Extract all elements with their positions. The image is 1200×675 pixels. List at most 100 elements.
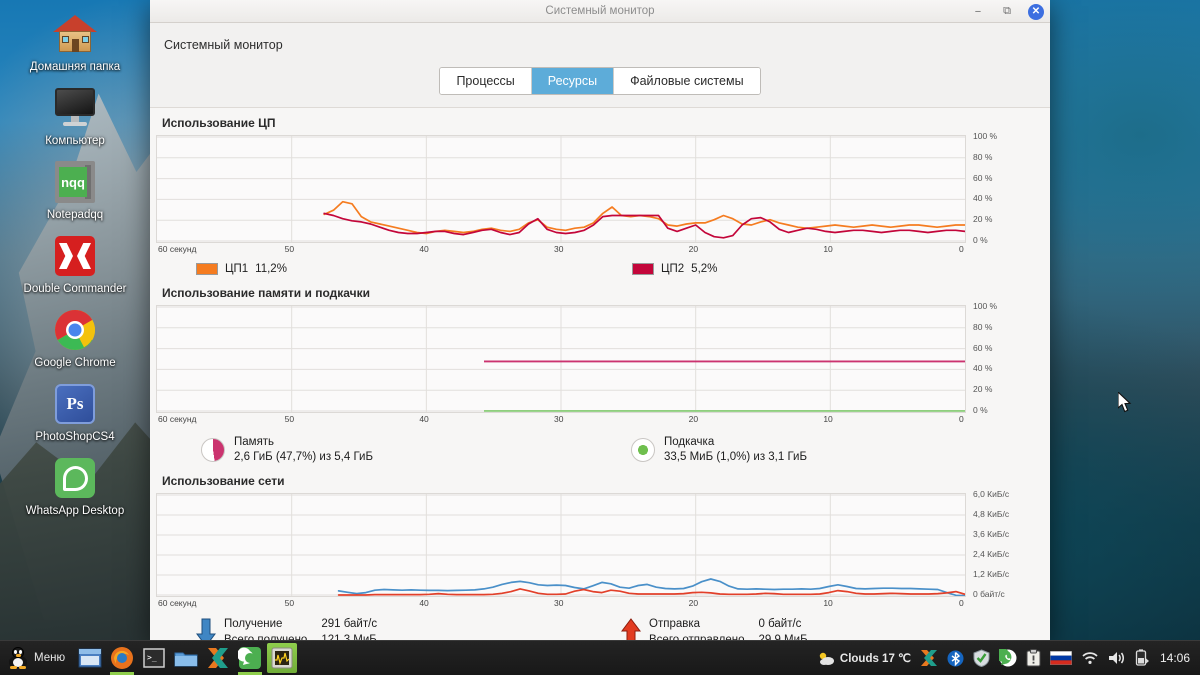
tab-resources[interactable]: Ресурсы [531, 68, 615, 94]
y-tick-label: 100 % [973, 131, 998, 141]
taskbar-clock[interactable]: 14:06 [1158, 651, 1190, 665]
network-section-title: Использование сети [162, 474, 285, 488]
network-section: Использование сети 6,0 КиБ/с 4,8 КиБ/с 3,6… [150, 465, 1050, 640]
russian-flag-icon [1049, 651, 1072, 665]
tray-whatsapp[interactable] [998, 649, 1017, 667]
mouse-cursor [1117, 390, 1132, 418]
minimize-button[interactable]: − [970, 4, 986, 20]
memory-usage-pie [201, 438, 225, 462]
desktop-icon-label: Домашняя папка [29, 61, 121, 73]
desktop-icon-label: Google Chrome [34, 357, 116, 369]
launcher-terminal[interactable]: >_ [139, 643, 169, 673]
tray-clipboard[interactable] [1026, 649, 1041, 667]
cpu1-value: 11,2% [255, 263, 287, 275]
tray-wifi[interactable] [1081, 651, 1099, 665]
x-tick-label: 30 [554, 598, 564, 608]
total-sent-value: 29,9 МиБ [758, 634, 808, 640]
total-received-label: Всего получено [224, 634, 308, 640]
network-legend: Получение 291 байт/с Всего получено 121,… [156, 611, 1044, 640]
cloud-sun-icon [819, 652, 834, 665]
launcher-double-commander[interactable] [203, 643, 233, 673]
bluetooth-icon [947, 650, 964, 666]
desktop-icon-label: Double Commander [23, 283, 127, 295]
desktop-icon-whatsapp[interactable]: WhatsApp Desktop [0, 454, 150, 518]
memory-detail: 2,6 ГиБ (47,7%) из 5,4 ГиБ [234, 451, 374, 463]
cpu-legend-item: ЦП2 5,2% [632, 263, 717, 275]
sending-label: Отправка [649, 618, 701, 630]
tray-double-commander[interactable] [920, 649, 938, 667]
start-menu-button[interactable]: Меню [4, 645, 73, 671]
desktop-icon-label: PhotoShopCS4 [35, 431, 115, 443]
download-arrow-icon [196, 618, 216, 640]
desktop-icon-photoshop[interactable]: Ps PhotoShopCS4 [0, 380, 150, 444]
whatsapp-icon [238, 647, 262, 669]
tray-volume[interactable] [1108, 650, 1126, 666]
tray-keyboard-layout[interactable] [1049, 651, 1072, 665]
x-tick-label: 20 [688, 598, 699, 608]
start-menu-label: Меню [34, 652, 66, 664]
x-tick-label: 0 [959, 598, 964, 608]
swap-name: Подкачка [664, 436, 715, 448]
double-commander-icon [51, 232, 99, 280]
memory-section-title: Использование памяти и подкачки [162, 286, 370, 300]
y-tick-label: 100 % [973, 301, 998, 311]
cpu-y-axis: 100 % 80 % 60 % 40 % 20 % 0 % [966, 131, 1024, 245]
x-tick-label: 10 [823, 244, 833, 254]
home-folder-icon [51, 10, 99, 58]
desktop-icon-home-folder[interactable]: Домашняя папка [0, 10, 150, 74]
memory-x-axis: 60 секунд 50 40 30 20 10 0 [156, 413, 966, 427]
x-tick-label: 60 секунд [158, 598, 197, 608]
y-tick-label: 0 % [973, 405, 988, 415]
x-tick-label: 20 [688, 414, 699, 424]
system-monitor-window: Системный монитор − ⧉ ✕ Системный монито… [150, 0, 1050, 640]
x-tick-label: 50 [284, 598, 295, 608]
desktop-icon-google-chrome[interactable]: Google Chrome [0, 306, 150, 370]
launcher-firefox[interactable] [107, 643, 137, 675]
maximize-button[interactable]: ⧉ [999, 4, 1015, 20]
tray-battery[interactable] [1135, 649, 1149, 667]
cpu-legend: ЦП1 11,2% ЦП2 5,2% [156, 257, 1044, 277]
y-tick-label: 20 % [973, 214, 993, 225]
x-tick-label: 40 [419, 598, 429, 608]
desktop-icon-computer[interactable]: Компьютер [0, 84, 150, 148]
launcher-file-manager-window[interactable] [75, 643, 105, 673]
notepadqq-icon: nqq [51, 158, 99, 206]
desktop-icon-label: Notepadqq [46, 209, 104, 221]
y-tick-label: 40 % [973, 363, 993, 374]
sending-rate: 0 байт/с [758, 618, 802, 630]
desktop-icon-double-commander[interactable]: Double Commander [0, 232, 150, 296]
x-tick-label: 60 секунд [158, 414, 197, 424]
tab-processes[interactable]: Процессы [440, 68, 532, 94]
system-tray: Clouds 17 ℃ 14:06 [818, 649, 1200, 667]
weather-indicator[interactable]: Clouds 17 ℃ [818, 651, 911, 666]
cpu1-name: ЦП1 [225, 263, 249, 275]
series-line [323, 200, 965, 235]
battery-icon [1135, 649, 1149, 666]
desktop-icon-notepadqq[interactable]: nqq Notepadqq [0, 158, 150, 222]
memory-legend-item: Память 2,6 ГиБ (47,7%) из 5,4 ГиБ [201, 435, 631, 465]
x-tick-label: 40 [419, 244, 429, 254]
clipboard-icon [1026, 649, 1041, 667]
close-button[interactable]: ✕ [1028, 3, 1044, 20]
y-tick-label: 2,4 КиБ/с [973, 549, 1010, 559]
cpu1-color-swatch [196, 263, 218, 275]
y-tick-label: 3,6 КиБ/с [973, 529, 1010, 539]
window-titlebar: Системный монитор − ⧉ ✕ [150, 0, 1050, 23]
launcher-whatsapp[interactable] [235, 643, 265, 675]
graph-canvas [157, 136, 965, 242]
memory-graph [156, 305, 966, 413]
desktop-icon-list: Домашняя папка Компьютер nqq Notepadqq D… [0, 10, 150, 528]
y-tick-label: 80 % [973, 321, 993, 332]
svg-text:>_: >_ [147, 653, 157, 662]
double-commander-tray-icon [920, 650, 937, 666]
tab-file-systems[interactable]: Файловые системы [614, 68, 760, 94]
memory-name: Память [234, 436, 275, 448]
launcher-system-monitor[interactable] [267, 643, 298, 673]
cpu-section: Использование ЦП 100 % 80 % 60 % 40 % 20 % 0 … [150, 112, 1050, 277]
cpu-graph [156, 135, 966, 243]
swap-detail: 33,5 МиБ (1,0%) из 3,1 ГиБ [664, 451, 808, 463]
tray-shield[interactable] [973, 649, 990, 667]
total-received-value: 121,3 МиБ [321, 634, 377, 640]
launcher-folder[interactable] [171, 643, 201, 673]
tray-bluetooth[interactable] [947, 650, 964, 667]
